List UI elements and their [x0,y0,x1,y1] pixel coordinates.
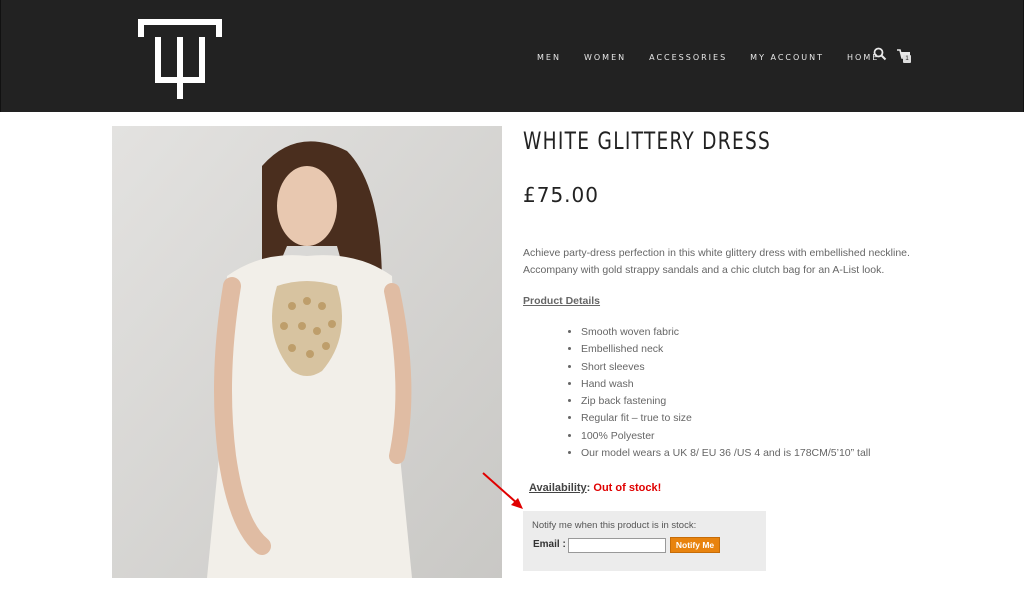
nav-men[interactable]: MEN [537,53,561,62]
feature-item: Embellished neck [581,341,870,358]
product-title: WHITE GLITTERY DRESS [523,127,772,155]
product-details-heading: Product Details [523,295,601,307]
feature-list: Smooth woven fabric Embellished neck Sho… [568,324,870,462]
nav-my-account[interactable]: MY ACCOUNT [750,53,824,62]
availability-colon: : [586,482,591,494]
feature-item: Zip back fastening [581,393,870,410]
search-icon[interactable] [873,47,887,61]
nav-women[interactable]: WOMEN [584,53,626,62]
feature-item: Our model wears a UK 8/ EU 36 /US 4 and … [581,445,870,462]
tt-monogram-logo[interactable] [138,17,222,101]
availability: Availability: Out of stock! [529,482,661,494]
product-price: £75.00 [523,183,599,207]
site-header: MEN WOMEN ACCESSORIES MY ACCOUNT HOME 1 [0,0,1024,112]
feature-item: Regular fit – true to size [581,410,870,427]
email-field[interactable] [568,538,666,553]
description-line: Achieve party-dress perfection in this w… [523,247,910,259]
feature-item: Hand wash [581,376,870,393]
product-description: Achieve party-dress perfection in this w… [523,245,923,279]
availability-label: Availability [529,482,587,494]
cart-count-badge[interactable]: 1 [903,55,911,63]
feature-item: Smooth woven fabric [581,324,870,341]
feature-item: Short sleeves [581,359,870,376]
notify-me-button[interactable]: Notify Me [670,537,720,553]
stock-status: Out of stock! [593,482,662,494]
notify-form: Notify me when this product is in stock:… [523,511,766,571]
main-nav: MEN WOMEN ACCESSORIES MY ACCOUNT HOME [537,51,902,63]
notify-message: Notify me when this product is in stock: [532,520,697,531]
annotation-arrow-icon [482,472,523,509]
email-label: Email : [533,539,566,550]
description-line: Accompany with gold strappy sandals and … [523,264,885,276]
feature-item: 100% Polyester [581,428,870,445]
nav-accessories[interactable]: ACCESSORIES [649,53,727,62]
product-image [112,126,502,578]
